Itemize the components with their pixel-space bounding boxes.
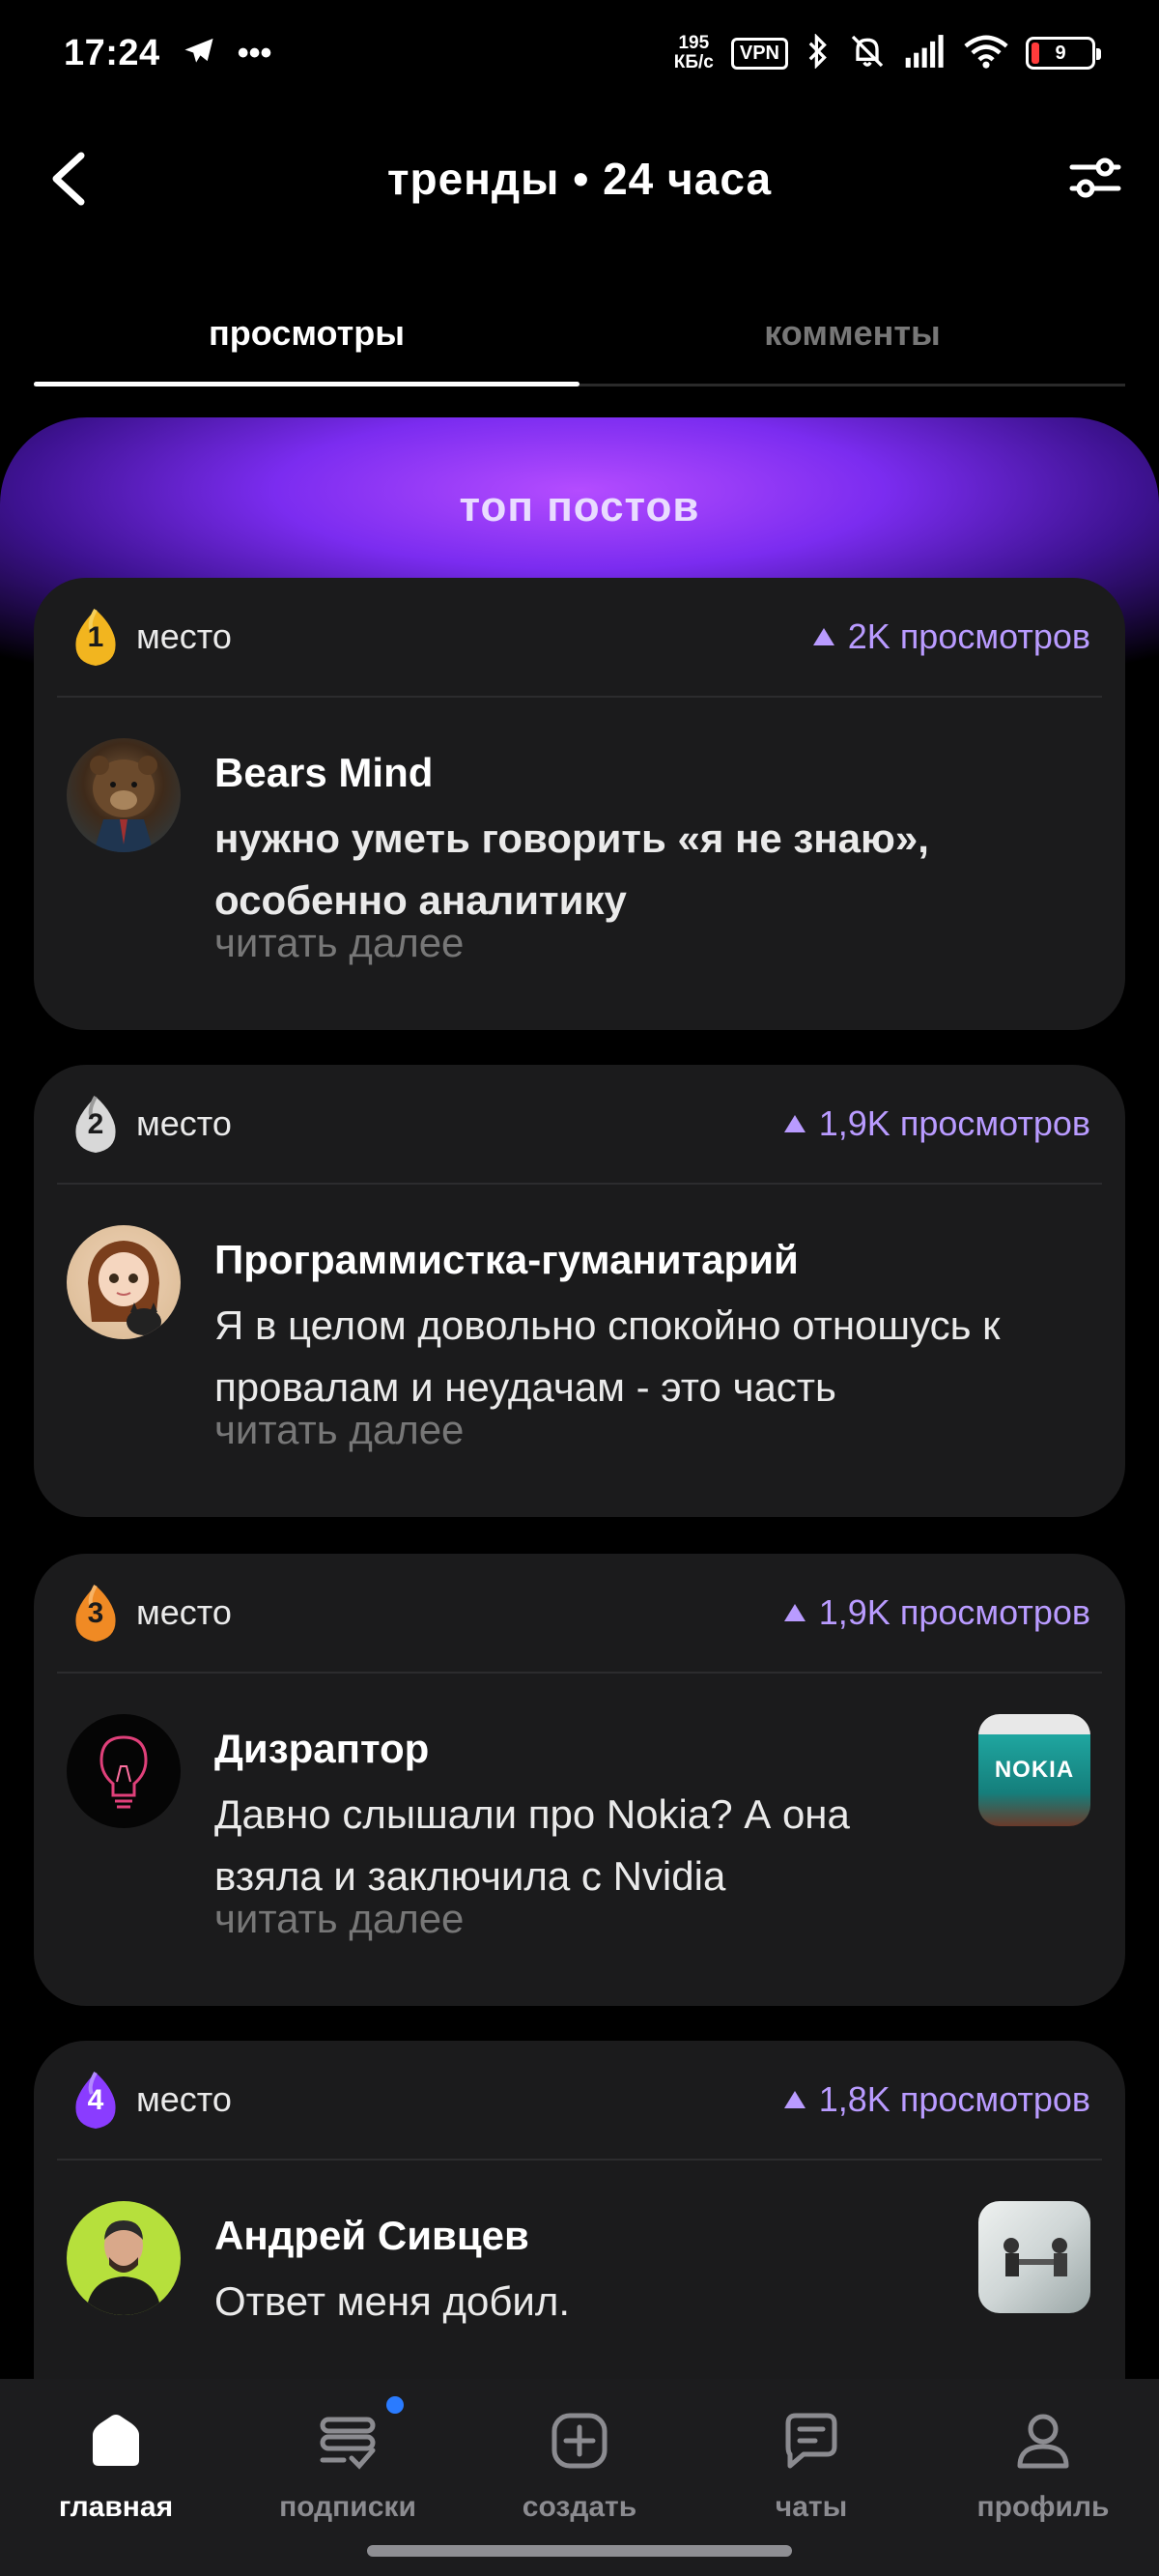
up-arrow-icon xyxy=(783,2091,806,2108)
read-more-link[interactable]: читать далее xyxy=(214,1896,464,1942)
chat-icon xyxy=(775,2404,848,2477)
net-speed-value: 195 xyxy=(678,33,710,53)
net-speed-unit: КБ/с xyxy=(673,52,714,72)
rank-flame-icon: 1 xyxy=(69,608,123,666)
nav-label: профиль xyxy=(976,2491,1110,2523)
tab-comments[interactable]: комменты xyxy=(580,290,1125,384)
subscriptions-icon xyxy=(311,2396,404,2477)
battery-level: 9 xyxy=(1055,42,1066,64)
more-dots-icon: ••• xyxy=(237,35,272,72)
tabs: просмотры комменты xyxy=(34,290,1125,386)
divider xyxy=(57,2159,1102,2161)
screen: 17:24 ••• 195 КБ/с VPN 9 тренды • 24 час… xyxy=(0,0,1159,2576)
card-head: 3 место 1,9K просмотров xyxy=(34,1554,1125,1672)
card-head: 2 место 1,9K просмотров xyxy=(34,1065,1125,1183)
rank-flame-icon: 4 xyxy=(69,2071,123,2129)
nav-label: главная xyxy=(58,2491,174,2523)
telegram-icon xyxy=(182,36,216,72)
status-right: 195 КБ/с VPN 9 xyxy=(674,32,1101,75)
post-author[interactable]: Андрей Сивцев xyxy=(214,2213,529,2259)
post-text[interactable]: Ответ меня добил. xyxy=(214,2271,948,2333)
post-author[interactable]: Bears Mind xyxy=(214,750,433,796)
place-label: место xyxy=(136,1103,232,1143)
views-count: 2K просмотров xyxy=(812,616,1090,657)
home-indicator[interactable] xyxy=(367,2545,792,2557)
up-arrow-icon xyxy=(783,1604,806,1621)
views-count: 1,9K просмотров xyxy=(783,1103,1090,1144)
tab-views[interactable]: просмотры xyxy=(34,290,580,386)
rank-flame-icon: 3 xyxy=(69,1584,123,1642)
up-arrow-icon xyxy=(783,1115,806,1132)
divider xyxy=(57,696,1102,698)
read-more-link[interactable]: читать далее xyxy=(214,1407,464,1453)
views-text: 1,8K просмотров xyxy=(818,2079,1090,2119)
post-text[interactable]: Давно слышали про Nokia? А она взяла и з… xyxy=(214,1784,948,1907)
post-thumbnail[interactable]: NOKIA xyxy=(978,1714,1090,1826)
back-button[interactable] xyxy=(39,150,97,208)
card-head: 1 место 2K просмотров xyxy=(34,578,1125,696)
views-text: 1,9K просмотров xyxy=(818,1592,1090,1632)
rank-number: 2 xyxy=(87,1108,104,1140)
rank-flame-icon: 2 xyxy=(69,1095,123,1153)
views-text: 2K просмотров xyxy=(847,616,1090,656)
back-arrow-icon xyxy=(52,152,85,206)
status-time: 17:24 xyxy=(64,32,160,73)
divider xyxy=(57,1672,1102,1674)
nav-home[interactable]: главная xyxy=(0,2379,232,2576)
man-avatar[interactable] xyxy=(67,2201,181,2315)
divider xyxy=(57,1183,1102,1185)
thumbnail-nokia-text: NOKIA xyxy=(994,1757,1075,1783)
create-icon xyxy=(543,2404,616,2477)
signal-icon xyxy=(904,34,947,72)
post-author[interactable]: Дизраптор xyxy=(214,1726,429,1772)
net-speed: 195 КБ/с xyxy=(674,34,714,72)
post-card-2[interactable]: 2 место 1,9K просмотров Программистка-гу… xyxy=(34,1065,1125,1517)
place-label: место xyxy=(136,1592,232,1632)
post-author[interactable]: Программистка-гуманитарий xyxy=(214,1237,799,1283)
post-text[interactable]: нужно уметь говорить «я не знаю», особен… xyxy=(214,808,1064,931)
girl-cat-avatar[interactable] xyxy=(67,1225,181,1339)
nav-profile[interactable]: профиль xyxy=(927,2379,1159,2576)
read-more-link[interactable]: читать далее xyxy=(214,920,464,966)
post-thumbnail[interactable] xyxy=(978,2201,1090,2313)
notification-dot xyxy=(386,2396,404,2414)
post-card-1[interactable]: 1 место 2K просмотров Bears Mind нужно у… xyxy=(34,578,1125,1030)
nav-label: создать xyxy=(522,2491,637,2523)
wifi-icon xyxy=(964,34,1008,73)
lightbulb-avatar[interactable] xyxy=(67,1714,181,1828)
filter-button[interactable] xyxy=(1066,150,1124,208)
muted-bell-icon xyxy=(848,32,887,75)
views-text: 1,9K просмотров xyxy=(818,1103,1090,1143)
page-title: тренды • 24 часа xyxy=(386,154,773,204)
views-count: 1,8K просмотров xyxy=(783,2079,1090,2120)
nav-label: чаты xyxy=(775,2491,848,2523)
rank-number: 1 xyxy=(87,621,104,653)
status-bar: 17:24 ••• 195 КБ/с VPN 9 xyxy=(0,0,1159,106)
post-card-3[interactable]: 3 место 1,9K просмотров Дизраптор Давно … xyxy=(34,1554,1125,2006)
bear-avatar[interactable] xyxy=(67,738,181,852)
place-label: место xyxy=(136,616,232,656)
vpn-badge: VPN xyxy=(730,37,788,70)
header: тренды • 24 часа xyxy=(0,126,1159,232)
profile-icon xyxy=(1006,2404,1080,2477)
nav-label: подписки xyxy=(279,2491,416,2523)
post-text[interactable]: Я в целом довольно спокойно отношусь к п… xyxy=(214,1295,1064,1418)
bluetooth-icon xyxy=(806,32,831,73)
home-icon xyxy=(79,2404,153,2477)
filter-sliders-icon xyxy=(1069,157,1121,198)
top-posts-title: топ постов xyxy=(459,483,700,530)
views-count: 1,9K просмотров xyxy=(783,1592,1090,1633)
up-arrow-icon xyxy=(812,628,834,645)
rank-number: 3 xyxy=(87,1597,104,1629)
card-head: 4 место 1,8K просмотров xyxy=(34,2041,1125,2159)
battery-fill xyxy=(1032,43,1039,64)
rank-number: 4 xyxy=(87,2084,104,2116)
battery-icon: 9 xyxy=(1026,37,1101,70)
place-label: место xyxy=(136,2079,232,2119)
status-left: 17:24 ••• xyxy=(64,33,271,74)
